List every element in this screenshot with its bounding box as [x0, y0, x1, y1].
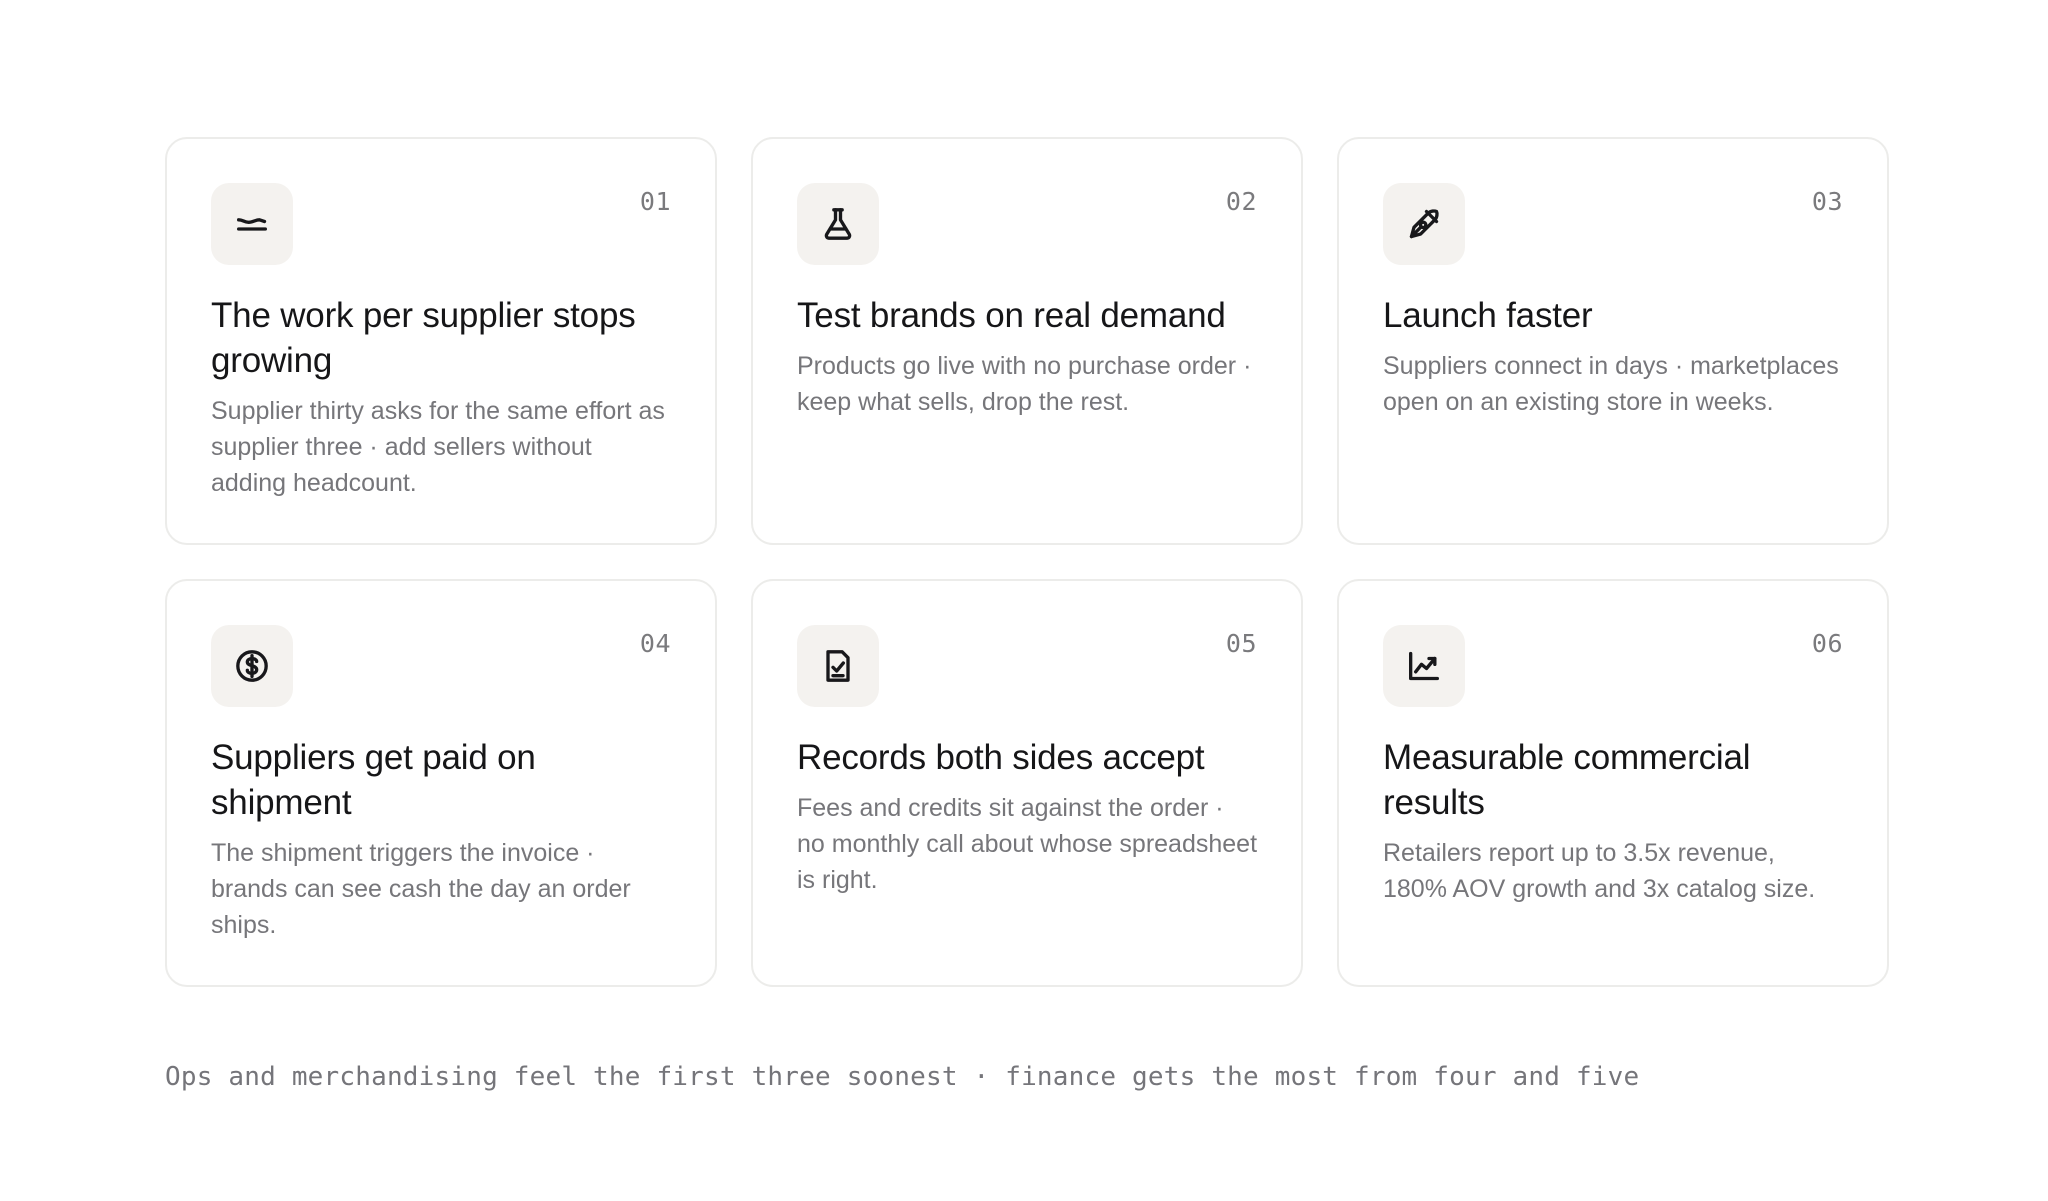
file-check-icon: [826, 650, 850, 682]
icon-tile: [1383, 625, 1465, 707]
icon-tile: [797, 183, 879, 265]
icon-tile: [211, 625, 293, 707]
trend-flat-icon: [237, 218, 267, 231]
benefits-grid: 01 The work per supplier stops growing S…: [165, 137, 1890, 987]
icon-tile: [211, 183, 293, 265]
card-number: 02: [1225, 187, 1257, 216]
benefit-card-02: 02 Test brands on real demand Products g…: [751, 137, 1303, 545]
card-title: Measurable commercial results: [1383, 738, 1751, 822]
line-chart-icon: [1409, 651, 1439, 681]
card-title: Test brands on real demand: [797, 296, 1226, 335]
card-number: 06: [1811, 629, 1843, 658]
card-number: 05: [1225, 629, 1257, 658]
dollar-circle-icon: [236, 650, 268, 682]
benefit-card-06: 06 Measurable commercial results Retaile…: [1337, 579, 1889, 987]
icon-tile: [797, 625, 879, 707]
card-description: The shipment triggers the invoice · bran…: [211, 839, 631, 939]
card-description: Fees and credits sit against the order ·…: [797, 794, 1258, 894]
benefit-card-01: 01 The work per supplier stops growing S…: [165, 137, 717, 545]
footnote: Ops and merchandising feel the first thr…: [165, 1062, 1640, 1092]
card-title: The work per supplier stops growing: [211, 296, 636, 380]
benefit-card-05: 05 Records both sides accept Fees and cr…: [751, 579, 1303, 987]
card-number: 01: [639, 187, 671, 216]
card-title: Suppliers get paid on shipment: [211, 738, 536, 822]
benefit-card-04: 04 Suppliers get paid on shipment The sh…: [165, 579, 717, 987]
card-title: Records both sides accept: [797, 738, 1205, 777]
card-description: Supplier thirty asks for the same effort…: [211, 397, 665, 497]
flask-icon: [824, 208, 852, 240]
card-description: Suppliers connect in days · marketplaces…: [1383, 352, 1839, 416]
rocket-icon: [1409, 209, 1439, 239]
icon-tile: [1383, 183, 1465, 265]
card-title: Launch faster: [1383, 296, 1593, 335]
card-description: Products go live with no purchase order …: [797, 352, 1252, 416]
card-number: 04: [639, 629, 671, 658]
card-description: Retailers report up to 3.5x revenue, 180…: [1383, 839, 1816, 903]
benefit-card-03: 03 Launch faster Suppliers connect in da…: [1337, 137, 1889, 545]
card-number: 03: [1811, 187, 1843, 216]
